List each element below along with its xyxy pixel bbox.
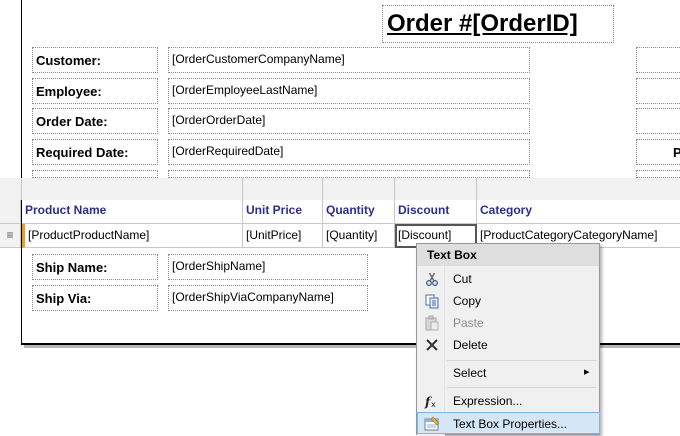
order-date-value[interactable]: [OrderOrderDate] [168,108,530,134]
header-quantity[interactable]: Quantity [323,200,395,224]
column-handle-product-name[interactable] [22,178,243,200]
menu-item-select[interactable]: Select ▸ [418,362,600,384]
menu-item-delete[interactable]: Delete [418,334,600,356]
employee-value[interactable]: [OrderEmployeeLastName] [168,78,530,104]
shipped-date-value[interactable] [168,170,530,178]
ship-name-value[interactable]: [OrderShipName] [168,254,368,280]
scissors-icon [424,271,440,287]
employee-label[interactable]: Employee: [32,78,158,104]
customer-label[interactable]: Customer: [32,47,158,73]
copy-icon [424,293,440,309]
delete-x-icon [424,337,440,353]
menu-item-cut[interactable]: Cut [418,268,600,290]
column-handle-unit-price[interactable] [243,178,323,200]
submenu-arrow-icon: ▸ [584,366,590,378]
context-menu-title: Text Box [417,244,599,266]
menu-separator [447,360,597,361]
menu-item-cut-label: Cut [453,272,472,286]
header-product-name[interactable]: Product Name [22,200,243,224]
cell-unit-price[interactable]: [UnitPrice] [243,224,323,248]
column-handle-quantity[interactable] [323,178,395,200]
header-unit-price[interactable]: Unit Price [243,200,323,224]
properties-icon [424,416,440,432]
ship-name-label[interactable]: Ship Name: [32,254,158,280]
right-field-box-1[interactable] [636,47,680,73]
ship-via-value[interactable]: [OrderShipViaCompanyName] [168,285,368,311]
tablix-corner-handle[interactable] [0,178,22,200]
header-row-handle[interactable] [0,200,21,224]
menu-item-expression-label: Expression... [453,394,523,408]
right-field-box-4[interactable]: P [636,139,680,165]
menu-item-text-box-properties[interactable]: Text Box Properties... [417,412,600,434]
menu-separator [447,387,597,388]
detail-row-handle[interactable]: ≡ [0,224,21,248]
right-field-box-2[interactable] [636,78,680,104]
report-title-textbox[interactable]: Order #[OrderID] [382,5,614,43]
column-handle-category[interactable] [477,178,680,200]
menu-item-expression[interactable]: fx Expression... [418,390,600,412]
right-field-box-5[interactable] [636,170,680,178]
menu-item-paste-label: Paste [453,316,484,330]
menu-item-delete-label: Delete [453,338,488,352]
header-discount[interactable]: Discount [395,200,477,224]
header-category[interactable]: Category [477,200,680,224]
ship-via-label[interactable]: Ship Via: [32,285,158,311]
required-date-value[interactable]: [OrderRequiredDate] [168,139,530,165]
right-field-box-3[interactable] [636,108,680,134]
function-fx-icon: fx [424,393,440,409]
svg-text:x: x [431,400,436,409]
menu-item-copy-label: Copy [453,294,482,308]
cell-product-name[interactable]: [ProductProductName] [22,224,243,248]
menu-item-text-box-properties-label: Text Box Properties... [453,417,568,431]
order-date-label[interactable]: Order Date: [32,108,158,134]
column-handle-discount[interactable] [395,178,477,200]
required-date-label[interactable]: Required Date: [32,139,158,165]
context-menu: Text Box Cut Copy Paste Delete Select ▸ … [416,243,600,436]
menu-item-paste[interactable]: Paste [418,312,600,334]
menu-item-select-label: Select [453,366,487,380]
menu-item-copy[interactable]: Copy [418,290,600,312]
cell-quantity[interactable]: [Quantity] [323,224,395,248]
paste-icon [424,315,440,331]
customer-value[interactable]: [OrderCustomerCompanyName] [168,47,530,73]
shipped-date-label[interactable] [32,170,158,178]
